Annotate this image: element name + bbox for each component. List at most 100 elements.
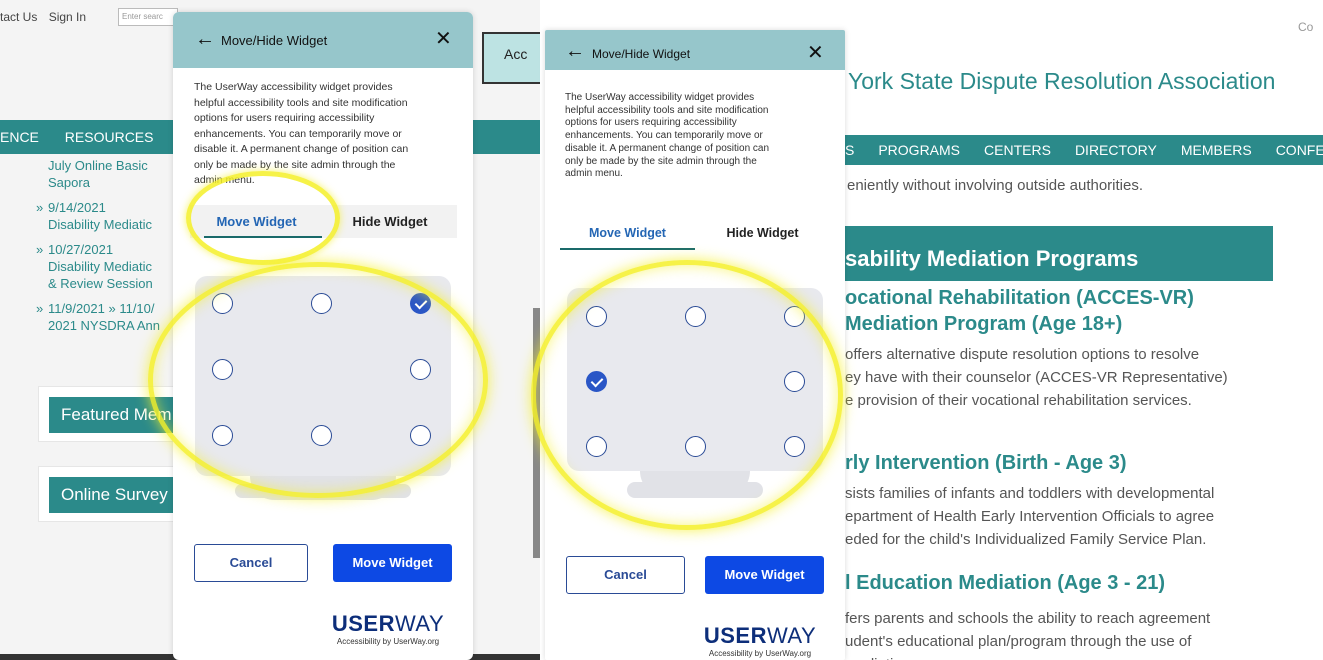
screenshot-stage: tact Us Sign In Enter searc Acc ENCE RES…: [0, 0, 1323, 660]
move-hide-dialog-left: ← Move/Hide Widget ✕ The UserWay accessi…: [173, 12, 473, 660]
tab-move-widget[interactable]: Move Widget: [560, 217, 695, 250]
bullet-icon: »: [36, 200, 44, 215]
description-line: admin menu.: [194, 174, 255, 186]
nav-item-resources[interactable]: RESOURCES: [65, 129, 154, 145]
position-radio-bottom-left[interactable]: [212, 425, 233, 446]
nav-item-conference[interactable]: ENCE: [0, 129, 39, 145]
back-arrow-icon[interactable]: ←: [565, 40, 585, 63]
widget-tabs: Move Widget Hide Widget: [190, 205, 457, 238]
dialog-header: [545, 30, 845, 70]
description-line: The UserWay accessibility widget provide…: [194, 81, 393, 93]
nav-item[interactable]: MEMBERS: [1181, 142, 1252, 158]
bullet-icon: »: [36, 242, 44, 257]
program-description: fers parents and schools the ability to …: [845, 610, 1211, 627]
organization-name: York State Dispute Resolution Associatio…: [848, 68, 1276, 94]
description-line: enhancements. You can temporarily move o…: [565, 130, 763, 142]
widget-tabs: Move Widget Hide Widget: [560, 217, 830, 250]
description-line: options for users requiring accessibilit…: [194, 112, 375, 124]
logo-way: WAY: [766, 623, 817, 648]
event-line: & Review Session: [48, 276, 153, 291]
event-line: 2021 NYSDRA Ann: [48, 318, 161, 333]
program-description: offers alternative dispute resolution op…: [845, 346, 1200, 363]
tab-hide-widget[interactable]: Hide Widget: [323, 205, 457, 238]
nav-item[interactable]: CONFE: [1276, 142, 1323, 158]
position-radio-bottom-right[interactable]: [784, 436, 805, 457]
position-radio-middle-right[interactable]: [410, 359, 431, 380]
event-line: 10/27/2021: [48, 242, 114, 257]
close-icon[interactable]: ✕: [807, 40, 824, 65]
description-line: The UserWay accessibility widget provide…: [565, 92, 755, 103]
position-radio-middle-left[interactable]: [212, 359, 233, 380]
position-radio-bottom-right[interactable]: [410, 425, 431, 446]
description-line: disable it. A permanent change of positi…: [194, 143, 409, 155]
event-list-item[interactable]: » 11/9/2021 » 11/10/2021 NYSDRA Ann: [36, 300, 161, 334]
right-nav-bar: S PROGRAMS CENTERS DIRECTORY MEMBERS CONFE: [845, 135, 1323, 165]
program-heading: l Education Mediation (Age 3 - 21): [845, 572, 1166, 594]
search-input[interactable]: Enter searc: [118, 8, 178, 26]
logo-user: USER: [703, 623, 767, 648]
accessibility-button[interactable]: Acc: [482, 32, 540, 84]
userway-logo[interactable]: USERWAY Accessibility by UserWay.org: [685, 623, 835, 658]
sign-in-link[interactable]: Sign In: [49, 10, 86, 24]
event-list-item[interactable]: » 10/27/2021 Disability Mediatic & Review S…: [36, 241, 160, 292]
nav-item[interactable]: DIRECTORY: [1075, 142, 1157, 158]
position-radio-middle-left[interactable]: [586, 371, 607, 392]
move-widget-button[interactable]: Move Widget: [333, 544, 452, 582]
featured-members-heading[interactable]: Featured Mem: [49, 397, 189, 433]
cancel-button[interactable]: Cancel: [566, 556, 685, 594]
move-hide-dialog-right: ← Move/Hide Widget ✕ The UserWay accessi…: [545, 30, 845, 660]
corner-text: Co: [1298, 20, 1314, 34]
programs-heading: sability Mediation Programs: [845, 226, 1273, 281]
program-description: mediation.: [845, 654, 914, 660]
description-line: admin menu.: [565, 168, 623, 180]
online-survey-heading[interactable]: Online Survey: [49, 477, 189, 513]
dialog-title: Move/Hide Widget: [592, 47, 691, 61]
event-line: July Online Basic: [48, 158, 148, 173]
logo-way: WAY: [394, 611, 445, 636]
tab-move-widget[interactable]: Move Widget: [190, 205, 323, 238]
position-radio-top-left[interactable]: [212, 293, 233, 314]
tab-hide-widget[interactable]: Hide Widget: [695, 217, 830, 250]
logo-tagline: Accessibility by UserWay.org: [336, 637, 440, 646]
position-radio-top-center[interactable]: [311, 293, 332, 314]
logo-tagline: Accessibility by UserWay.org: [708, 649, 812, 658]
program-heading: rly Intervention (Birth - Age 3): [845, 452, 1127, 474]
position-radio-top-right[interactable]: [784, 306, 805, 327]
dialog-title: Move/Hide Widget: [221, 33, 328, 48]
nav-item[interactable]: PROGRAMS: [878, 142, 960, 158]
position-radio-middle-right[interactable]: [784, 371, 805, 392]
position-radio-top-right[interactable]: [410, 293, 431, 314]
program-description: epartment of Health Early Intervention O…: [845, 508, 1215, 525]
event-list-item[interactable]: » 9/14/2021 Disability Mediatic: [36, 199, 160, 233]
description-line: helpful accessibility tools and site mod…: [565, 104, 769, 116]
program-description: sists families of infants and toddlers w…: [845, 485, 1215, 502]
description-line: helpful accessibility tools and site mod…: [194, 96, 408, 109]
intro-text: eniently without involving outside autho…: [847, 177, 1144, 194]
description-line: only be made by the site admin through t…: [565, 155, 757, 167]
program-heading: Mediation Program (Age 18+): [845, 313, 1123, 335]
program-heading: ocational Rehabilitation (ACCES-VR): [845, 287, 1194, 309]
position-radio-top-center[interactable]: [685, 306, 706, 327]
event-list-item[interactable]: July Online Basic Sapora: [48, 157, 160, 191]
position-radio-bottom-center[interactable]: [311, 425, 332, 446]
scrollbar[interactable]: [533, 308, 540, 558]
nav-item[interactable]: CENTERS: [984, 142, 1051, 158]
program-description: udent's educational plan/program through…: [845, 633, 1192, 650]
description-line: only be made by the site admin through t…: [194, 158, 396, 171]
close-icon[interactable]: ✕: [435, 26, 452, 51]
move-widget-button[interactable]: Move Widget: [705, 556, 824, 594]
back-arrow-icon[interactable]: ←: [195, 28, 215, 51]
position-radio-bottom-left[interactable]: [586, 436, 607, 457]
position-radio-bottom-center[interactable]: [685, 436, 706, 457]
position-radio-top-left[interactable]: [586, 306, 607, 327]
contact-us-link[interactable]: tact Us: [0, 10, 37, 24]
event-line: Disability Mediatic: [48, 217, 153, 232]
program-description: eded for the child's Individualized Fami…: [845, 531, 1207, 548]
dialog-description: The UserWay accessibility widget provide…: [194, 80, 408, 189]
cancel-button[interactable]: Cancel: [194, 544, 308, 582]
program-description: ey have with their counselor (ACCES-VR R…: [845, 369, 1228, 386]
description-line: enhancements. You can temporarily move o…: [194, 127, 402, 140]
nav-item[interactable]: S: [845, 142, 854, 158]
logo-user: USER: [331, 611, 395, 636]
userway-logo[interactable]: USERWAY Accessibility by UserWay.org: [313, 611, 463, 646]
